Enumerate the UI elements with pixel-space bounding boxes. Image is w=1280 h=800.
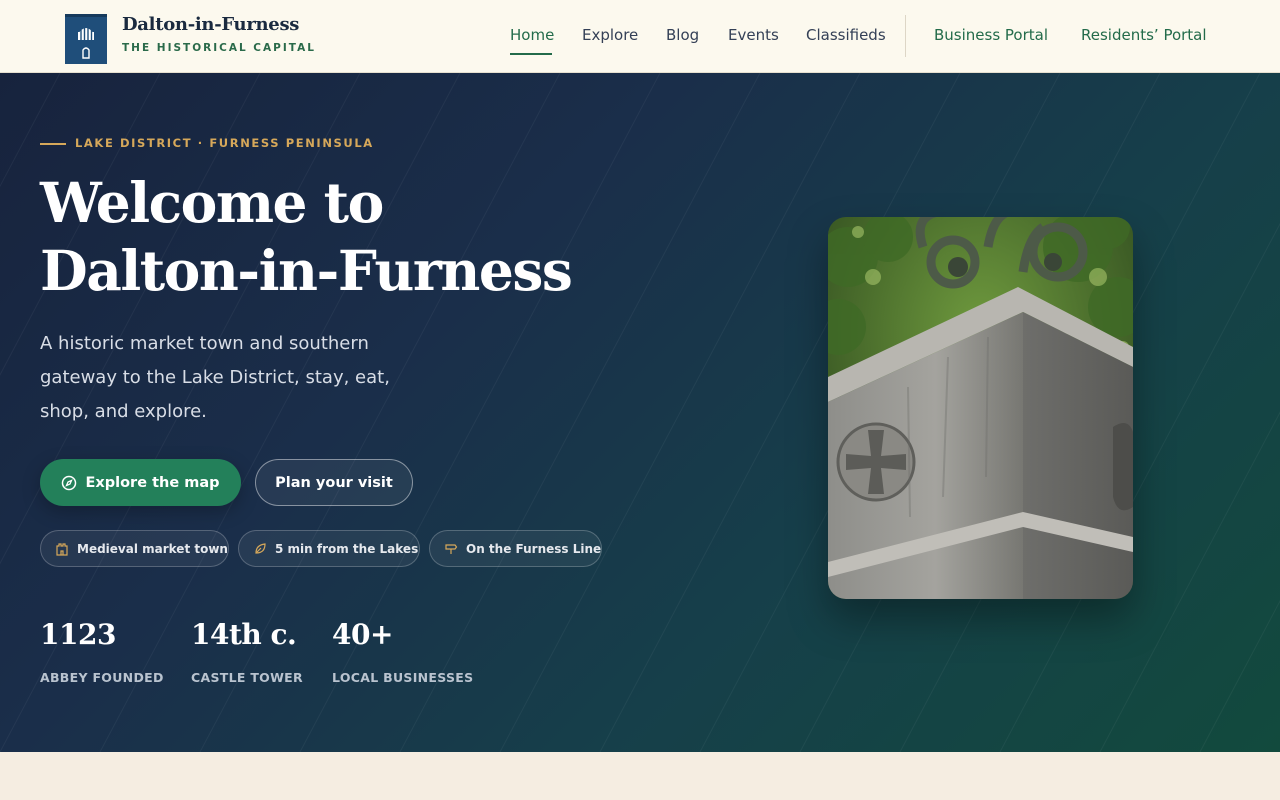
nav-classifieds[interactable]: Classifieds [806, 26, 886, 44]
chip-medieval-market-town: Medieval market town [40, 530, 229, 567]
stat-label-castle: CASTLE TOWER [191, 670, 303, 685]
hero-subtitle: A historic market town and southern gate… [40, 333, 390, 422]
signpost-icon [445, 543, 458, 554]
nav-events[interactable]: Events [728, 26, 779, 44]
chip-label: On the Furness Line [466, 541, 602, 556]
business-portal-link[interactable]: Business Portal [934, 26, 1048, 44]
kicker-rule [40, 143, 66, 145]
compass-icon [62, 475, 77, 490]
hero-title-line2: Dalton-in-Furness [40, 238, 573, 303]
stat-value-castle: 14th c. [191, 618, 297, 651]
brand-tagline: THE HISTORICAL CAPITAL [122, 42, 316, 54]
explore-map-label: Explore the map [85, 474, 220, 491]
hero-title: Welcome to Dalton-in-Furness [40, 169, 573, 305]
nav-divider [905, 15, 906, 57]
castle-icon [56, 542, 68, 556]
hero-kicker: LAKE DISTRICT · FURNESS PENINSULA [75, 136, 374, 150]
next-section-band [0, 752, 1280, 800]
stat-label-abbey: ABBEY FOUNDED [40, 670, 164, 685]
plan-visit-button[interactable]: Plan your visit [255, 459, 413, 506]
logo-icon[interactable] [65, 14, 107, 64]
nav-explore[interactable]: Explore [582, 26, 638, 44]
nav-active-indicator [510, 53, 552, 55]
stat-value-businesses: 40+ [332, 618, 393, 651]
stat-value-abbey: 1123 [40, 618, 116, 651]
chip-furness-line: On the Furness Line [429, 530, 602, 567]
chip-five-min-from-lakes: 5 min from the Lakes [238, 530, 420, 567]
brand-name[interactable]: Dalton-in-Furness [122, 14, 299, 35]
hero-section: LAKE DISTRICT · FURNESS PENINSULA Welcom… [0, 73, 1280, 752]
stat-label-businesses: LOCAL BUSINESSES [332, 670, 474, 685]
residents-portal-link[interactable]: Residents’ Portal [1081, 26, 1207, 44]
site-header: Dalton-in-Furness THE HISTORICAL CAPITAL… [0, 0, 1280, 73]
nav-blog[interactable]: Blog [666, 26, 699, 44]
hero-photo-stone-monument [828, 217, 1133, 599]
explore-map-button[interactable]: Explore the map [40, 459, 241, 506]
hero-title-line1: Welcome to [40, 170, 384, 235]
chip-label: 5 min from the Lakes [275, 541, 419, 556]
chip-label: Medieval market town [77, 541, 228, 556]
nav-home[interactable]: Home [510, 26, 554, 44]
leaf-icon [255, 542, 266, 554]
plan-visit-label: Plan your visit [275, 474, 393, 491]
